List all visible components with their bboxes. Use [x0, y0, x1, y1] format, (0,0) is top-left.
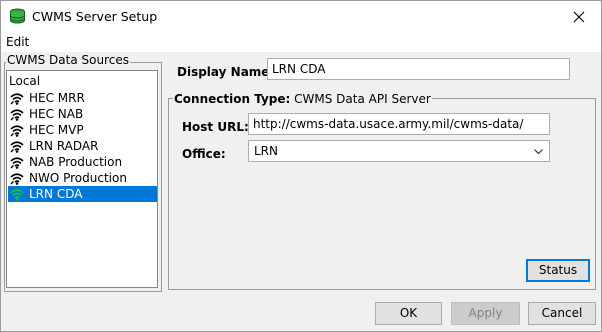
display-name-label: Display Name:: [177, 65, 275, 79]
data-sources-legend: CWMS Data Sources: [6, 53, 130, 67]
data-source-item[interactable]: HEC MVP: [8, 122, 157, 138]
data-source-item[interactable]: NWO Production: [8, 170, 157, 186]
apply-button[interactable]: Apply: [451, 302, 520, 325]
office-select-value: LRN: [254, 144, 278, 158]
close-icon: [573, 11, 584, 22]
office-select[interactable]: LRN: [248, 140, 550, 162]
menu-edit[interactable]: Edit: [6, 35, 29, 49]
data-source-label: HEC NAB: [29, 107, 84, 121]
data-source-item[interactable]: HEC MRR: [8, 90, 157, 106]
wifi-signal-icon: [10, 173, 24, 185]
data-source-label: NWO Production: [29, 171, 127, 185]
host-url-field[interactable]: http://cwms-data.usace.army.mil/cwms-dat…: [248, 113, 550, 135]
wifi-signal-icon: [10, 93, 24, 105]
chevron-down-icon: [534, 149, 543, 155]
data-source-label: LRN RADAR: [29, 139, 99, 153]
host-url-label: Host URL:: [182, 120, 249, 134]
window-title: CWMS Server Setup: [32, 9, 158, 24]
wifi-signal-icon: [10, 109, 24, 121]
wifi-signal-green-icon: [10, 189, 24, 201]
local-node-label[interactable]: Local: [9, 74, 40, 88]
title-bar: CWMS Server Setup: [1, 1, 601, 32]
data-sources-list[interactable]: Local HEC MRR HEC NAB HEC MVP LRN RADAR NAB …: [6, 70, 158, 288]
wifi-signal-icon: [10, 157, 24, 169]
cancel-button[interactable]: Cancel: [528, 302, 596, 325]
cwms-server-setup-dialog: CWMS Server Setup Edit CWMS Data Sources…: [0, 0, 602, 332]
connection-type-value: CWMS Data API Server: [294, 92, 431, 106]
menu-bar: Edit: [1, 32, 601, 52]
ok-button[interactable]: OK: [375, 302, 442, 325]
status-button[interactable]: Status: [526, 259, 590, 282]
connection-type-legend: Connection Type: CWMS Data API Server: [173, 92, 432, 106]
data-source-label: NAB Production: [29, 155, 123, 169]
office-label: Office:: [182, 147, 226, 161]
data-source-label: HEC MVP: [29, 123, 84, 137]
data-source-item[interactable]: LRN CDA: [8, 186, 157, 202]
database-app-icon: [10, 8, 25, 24]
display-name-field[interactable]: LRN CDA: [267, 58, 570, 80]
data-source-item[interactable]: HEC NAB: [8, 106, 157, 122]
connection-type-label: Connection Type:: [174, 92, 291, 106]
data-source-label: HEC MRR: [29, 91, 85, 105]
wifi-signal-icon: [10, 125, 24, 137]
data-source-item[interactable]: NAB Production: [8, 154, 157, 170]
wifi-signal-icon: [10, 141, 24, 153]
data-source-item[interactable]: LRN RADAR: [8, 138, 157, 154]
data-source-label: LRN CDA: [29, 187, 83, 201]
close-button[interactable]: [556, 1, 601, 32]
